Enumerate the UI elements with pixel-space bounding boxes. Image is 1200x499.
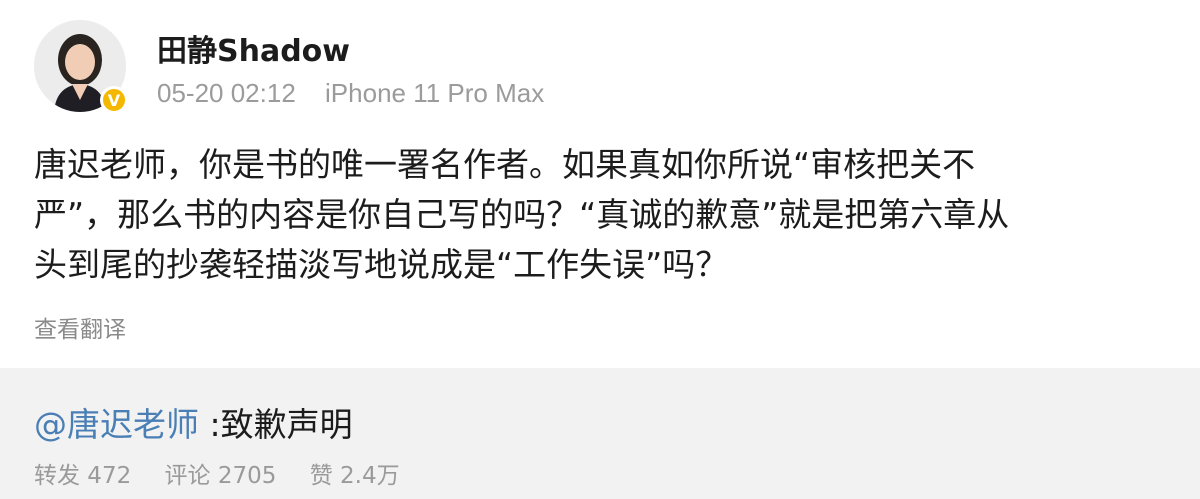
mention-link[interactable]: @唐迟老师 bbox=[34, 405, 199, 444]
reposted-title: :致歉声明 bbox=[199, 405, 353, 444]
comment-count[interactable]: 评论 2705 bbox=[165, 463, 277, 489]
content-line: 严”，那么书的内容是你自己写的吗？“真诚的歉意”就是把第六章从 bbox=[34, 195, 1010, 234]
post-device: iPhone 11 Pro Max bbox=[325, 78, 545, 108]
author-name[interactable]: 田静Shadow bbox=[157, 26, 350, 70]
repost-count[interactable]: 转发 472 bbox=[34, 463, 131, 489]
post-meta: 05-20 02:12 iPhone 11 Pro Max bbox=[157, 78, 566, 109]
avatar[interactable]: V bbox=[34, 20, 128, 114]
translate-link[interactable]: 查看翻译 bbox=[34, 310, 126, 344]
like-count[interactable]: 赞 2.4万 bbox=[310, 463, 400, 489]
verified-badge-icon: V bbox=[100, 86, 128, 114]
reposted-stats: 转发 472 评论 2705 赞 2.4万 bbox=[34, 456, 426, 490]
post-time: 05-20 02:12 bbox=[157, 78, 296, 108]
post-content: 唐迟老师，你是书的唯一署名作者。如果真如你所说“审核把关不 严”，那么书的内容是… bbox=[34, 140, 1164, 290]
content-line: 唐迟老师，你是书的唯一署名作者。如果真如你所说“审核把关不 bbox=[34, 145, 976, 184]
content-line: 头到尾的抄袭轻描淡写地说成是“工作失误”吗？ bbox=[34, 245, 729, 284]
reposted-content[interactable]: @唐迟老师 :致歉声明 bbox=[34, 398, 353, 446]
weibo-post: V 田静Shadow 05-20 02:12 iPhone 11 Pro Max… bbox=[0, 0, 1200, 368]
